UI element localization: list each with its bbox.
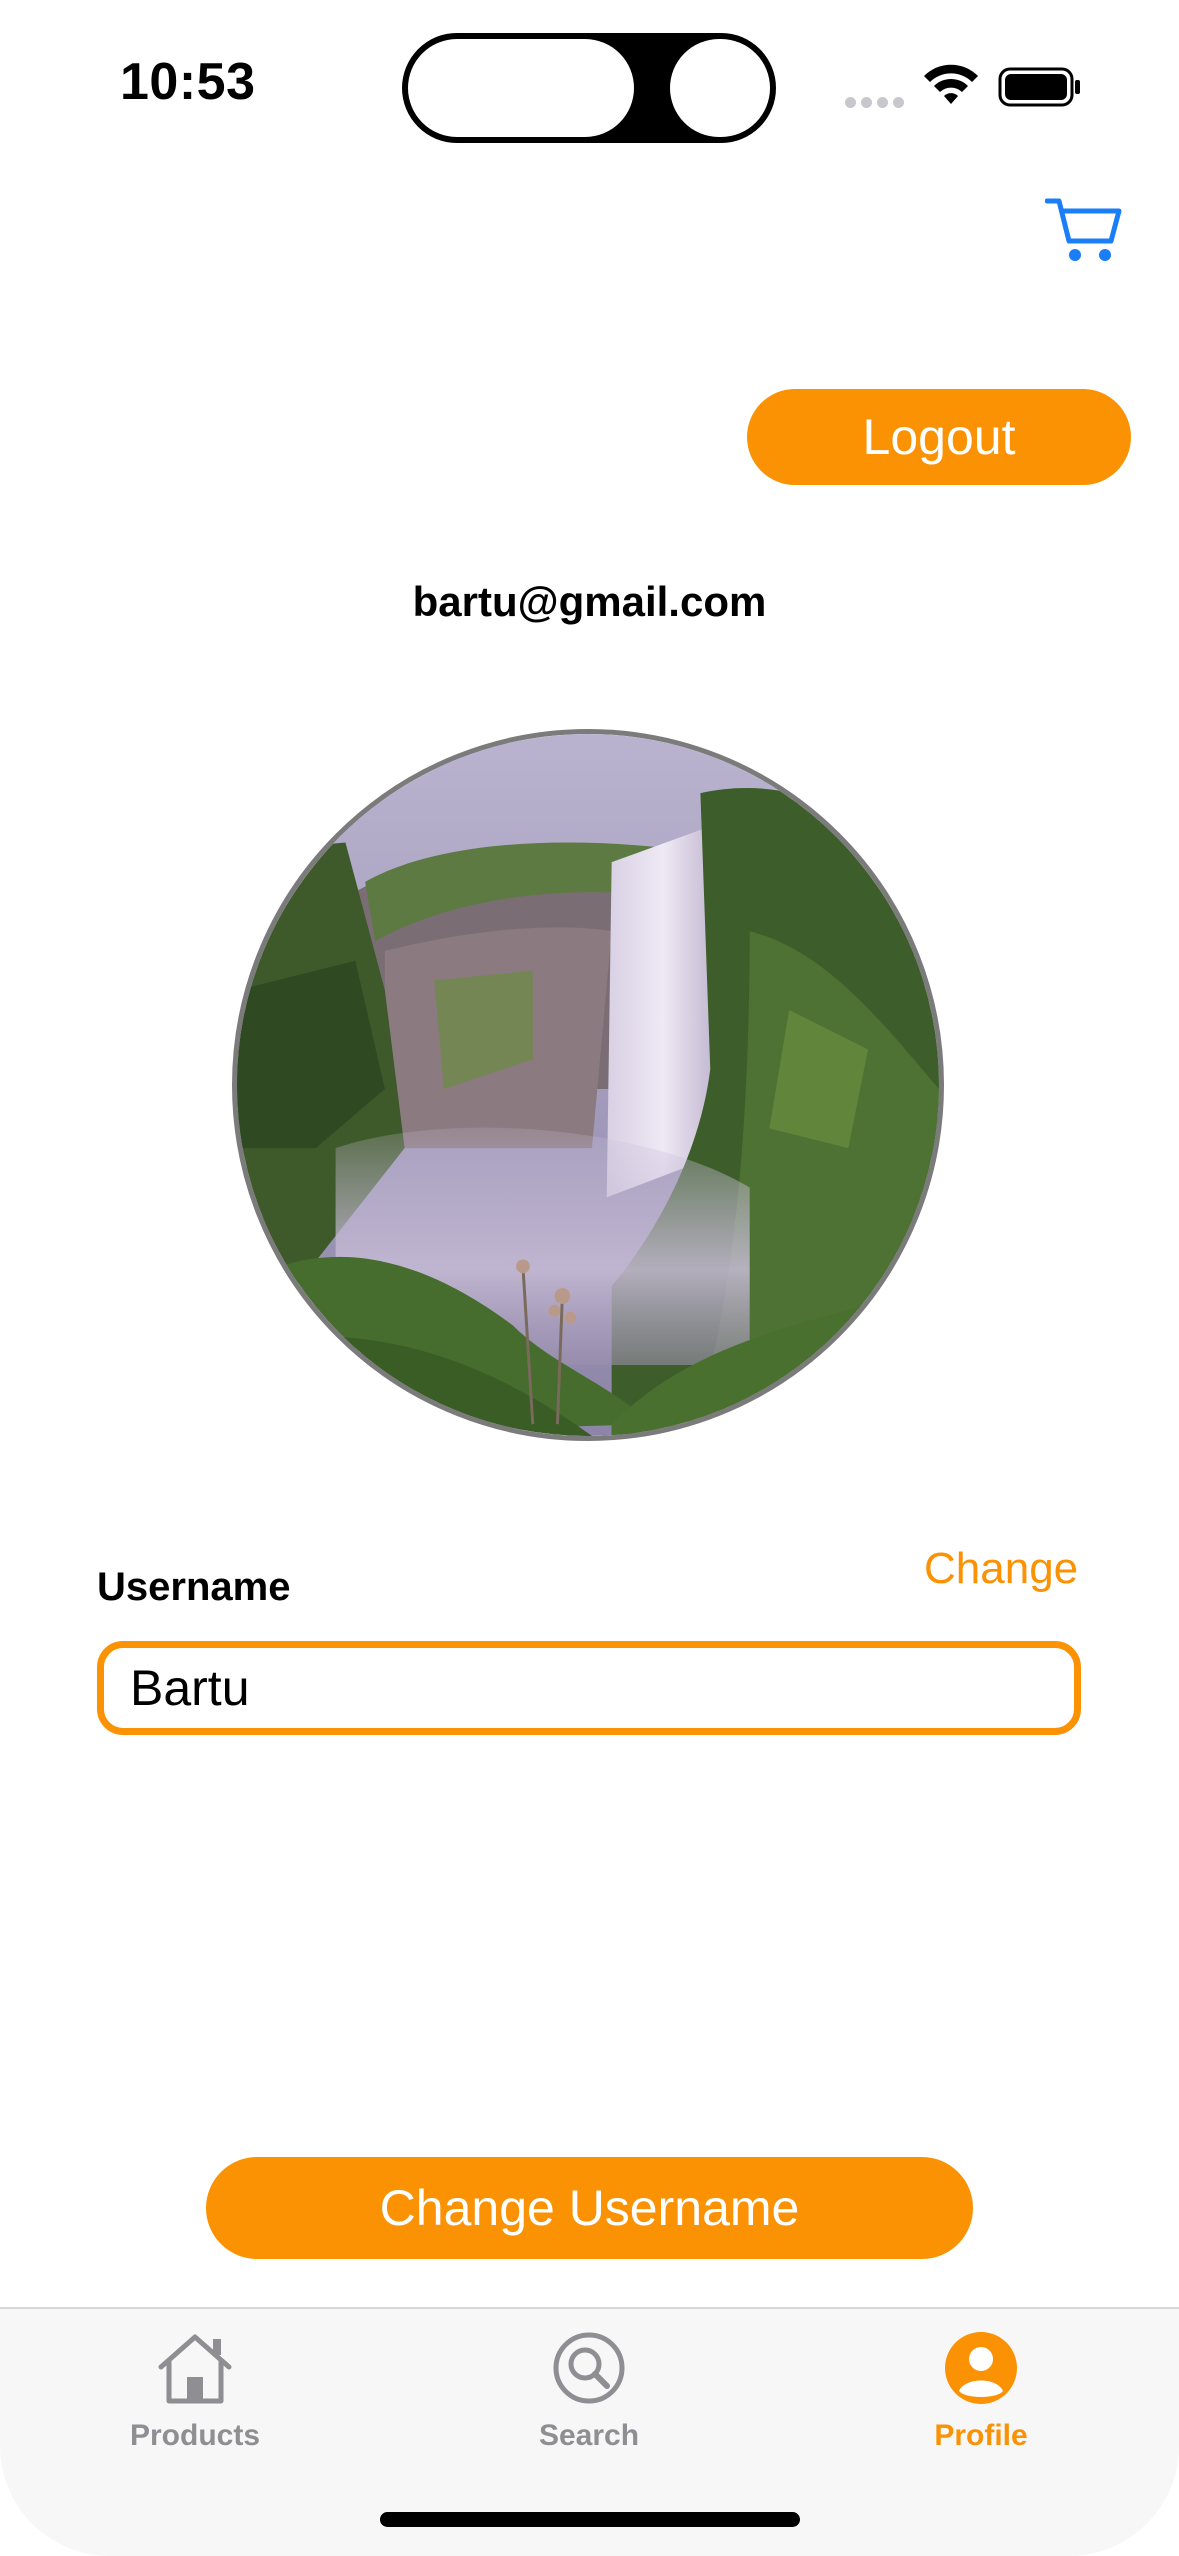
tab-label: Search bbox=[538, 2419, 640, 2452]
user-email: bartu@gmail.com bbox=[412, 578, 767, 625]
change-link[interactable]: Change bbox=[924, 1544, 1078, 1594]
wifi-icon bbox=[924, 64, 978, 104]
change-username-button[interactable]: Change Username bbox=[206, 2157, 973, 2259]
person-circle-icon bbox=[945, 2332, 1017, 2404]
home-indicator bbox=[380, 2512, 800, 2527]
username-label: Username bbox=[97, 1565, 291, 1609]
house-icon bbox=[158, 2334, 232, 2404]
dynamic-island bbox=[402, 33, 776, 143]
status-time: 10:53 bbox=[120, 53, 256, 111]
tab-search[interactable]: Search bbox=[459, 2329, 719, 2469]
waterfall-photo bbox=[237, 734, 939, 1436]
battery-icon bbox=[998, 67, 1080, 107]
tab-label: Profile bbox=[934, 2419, 1028, 2452]
tab-profile[interactable]: Profile bbox=[851, 2329, 1111, 2469]
logout-button[interactable]: Logout bbox=[747, 389, 1131, 485]
username-input[interactable] bbox=[97, 1641, 1081, 1735]
profile-avatar[interactable] bbox=[232, 729, 944, 1441]
tab-label: Products bbox=[129, 2419, 261, 2452]
magnifier-icon bbox=[553, 2332, 625, 2404]
tab-products[interactable]: Products bbox=[65, 2329, 325, 2469]
cellular-signal-icon bbox=[845, 95, 909, 113]
cart-icon[interactable] bbox=[1045, 195, 1123, 265]
